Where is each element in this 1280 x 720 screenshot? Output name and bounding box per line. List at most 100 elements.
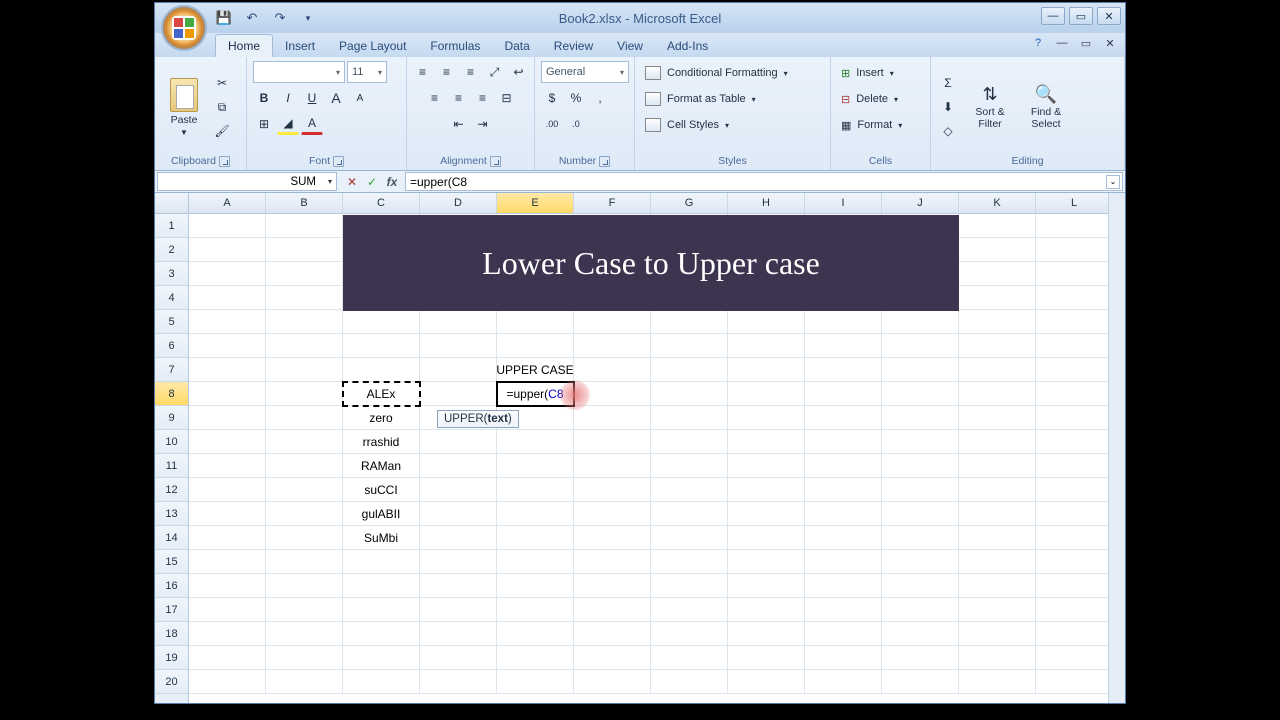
- column-header-F[interactable]: F: [574, 193, 651, 214]
- column-header-B[interactable]: B: [266, 193, 343, 214]
- align-left-icon[interactable]: ≡: [424, 87, 446, 109]
- cell-I16[interactable]: [805, 574, 882, 598]
- italic-button[interactable]: I: [277, 87, 299, 109]
- cell-C6[interactable]: [343, 334, 420, 358]
- cell-K17[interactable]: [959, 598, 1036, 622]
- cell-C20[interactable]: [343, 670, 420, 694]
- column-header-L[interactable]: L: [1036, 193, 1113, 214]
- cell-D12[interactable]: [420, 478, 497, 502]
- merge-center-icon[interactable]: ⊟: [496, 87, 518, 109]
- cell-B16[interactable]: [266, 574, 343, 598]
- cell-C7[interactable]: [343, 358, 420, 382]
- cell-E8[interactable]: =upper(C8: [497, 382, 574, 406]
- number-format-combo[interactable]: General: [541, 61, 629, 83]
- cell-H13[interactable]: [728, 502, 805, 526]
- cell-F17[interactable]: [574, 598, 651, 622]
- cell-H19[interactable]: [728, 646, 805, 670]
- format-as-table-button[interactable]: Format as Table▾: [641, 87, 824, 111]
- cell-I15[interactable]: [805, 550, 882, 574]
- cell-L18[interactable]: [1036, 622, 1113, 646]
- alignment-dialog-launcher[interactable]: [490, 156, 501, 167]
- column-header-E[interactable]: E: [497, 193, 574, 214]
- row-header-12[interactable]: 12: [155, 478, 188, 502]
- cell-K8[interactable]: [959, 382, 1036, 406]
- tab-review[interactable]: Review: [542, 35, 605, 57]
- cell-A11[interactable]: [189, 454, 266, 478]
- cell-J13[interactable]: [882, 502, 959, 526]
- cell-H7[interactable]: [728, 358, 805, 382]
- cell-D10[interactable]: [420, 430, 497, 454]
- cell-C10[interactable]: rrashid: [343, 430, 420, 454]
- underline-button[interactable]: U: [301, 87, 323, 109]
- column-header-I[interactable]: I: [805, 193, 882, 214]
- cell-L1[interactable]: [1036, 214, 1113, 238]
- cell-H18[interactable]: [728, 622, 805, 646]
- cell-A10[interactable]: [189, 430, 266, 454]
- cell-E12[interactable]: [497, 478, 574, 502]
- column-header-K[interactable]: K: [959, 193, 1036, 214]
- insert-cells-button[interactable]: ⊞Insert▾: [837, 61, 924, 85]
- cell-K12[interactable]: [959, 478, 1036, 502]
- cell-B14[interactable]: [266, 526, 343, 550]
- cell-L4[interactable]: [1036, 286, 1113, 310]
- cell-D7[interactable]: [420, 358, 497, 382]
- percent-button[interactable]: %: [565, 87, 587, 109]
- cell-H12[interactable]: [728, 478, 805, 502]
- cell-E7[interactable]: UPPER CASE: [497, 358, 574, 382]
- cell-I8[interactable]: [805, 382, 882, 406]
- cell-K10[interactable]: [959, 430, 1036, 454]
- workbook-minimize-button[interactable]: —: [1053, 35, 1071, 51]
- cell-F12[interactable]: [574, 478, 651, 502]
- formula-bar-expand-icon[interactable]: ⌄: [1106, 175, 1120, 189]
- cell-B3[interactable]: [266, 262, 343, 286]
- cell-E19[interactable]: [497, 646, 574, 670]
- row-header-1[interactable]: 1: [155, 214, 188, 238]
- cell-I19[interactable]: [805, 646, 882, 670]
- tab-data[interactable]: Data: [492, 35, 541, 57]
- cell-D8[interactable]: [420, 382, 497, 406]
- cell-K19[interactable]: [959, 646, 1036, 670]
- copy-icon[interactable]: ⧉: [211, 96, 233, 118]
- cell-L11[interactable]: [1036, 454, 1113, 478]
- cell-B2[interactable]: [266, 238, 343, 262]
- column-header-C[interactable]: C: [343, 193, 420, 214]
- column-header-J[interactable]: J: [882, 193, 959, 214]
- close-button[interactable]: ✕: [1097, 7, 1121, 25]
- cell-I6[interactable]: [805, 334, 882, 358]
- cell-A8[interactable]: [189, 382, 266, 406]
- cell-C14[interactable]: SuMbi: [343, 526, 420, 550]
- cell-D5[interactable]: [420, 310, 497, 334]
- cell-L20[interactable]: [1036, 670, 1113, 694]
- row-header-8[interactable]: 8: [155, 382, 188, 406]
- decrease-decimal-button[interactable]: .0: [565, 113, 587, 135]
- cell-K14[interactable]: [959, 526, 1036, 550]
- worksheet-grid[interactable]: 1234567891011121314151617181920 ABCDEFGH…: [155, 193, 1125, 703]
- cell-E13[interactable]: [497, 502, 574, 526]
- orientation-icon[interactable]: ⤢: [484, 61, 506, 83]
- cell-J6[interactable]: [882, 334, 959, 358]
- currency-button[interactable]: $: [541, 87, 563, 109]
- cell-G9[interactable]: [651, 406, 728, 430]
- cell-D18[interactable]: [420, 622, 497, 646]
- fill-color-button[interactable]: ◢: [277, 113, 299, 135]
- fill-button[interactable]: ⬇: [937, 96, 959, 118]
- cell-J15[interactable]: [882, 550, 959, 574]
- format-painter-icon[interactable]: 🖌: [211, 120, 233, 142]
- cell-B8[interactable]: [266, 382, 343, 406]
- cell-C5[interactable]: [343, 310, 420, 334]
- cell-F16[interactable]: [574, 574, 651, 598]
- row-header-4[interactable]: 4: [155, 286, 188, 310]
- save-icon[interactable]: 💾: [213, 7, 235, 29]
- cell-G14[interactable]: [651, 526, 728, 550]
- delete-cells-button[interactable]: ⊟Delete▾: [837, 87, 924, 111]
- cell-F10[interactable]: [574, 430, 651, 454]
- row-header-3[interactable]: 3: [155, 262, 188, 286]
- qat-customize-icon[interactable]: ▾: [297, 7, 319, 29]
- font-name-combo[interactable]: [253, 61, 345, 83]
- border-button[interactable]: ⊞: [253, 113, 275, 135]
- workbook-restore-button[interactable]: ▭: [1077, 35, 1095, 51]
- cell-styles-button[interactable]: Cell Styles▾: [641, 113, 824, 137]
- cell-D14[interactable]: [420, 526, 497, 550]
- cell-L2[interactable]: [1036, 238, 1113, 262]
- row-header-20[interactable]: 20: [155, 670, 188, 694]
